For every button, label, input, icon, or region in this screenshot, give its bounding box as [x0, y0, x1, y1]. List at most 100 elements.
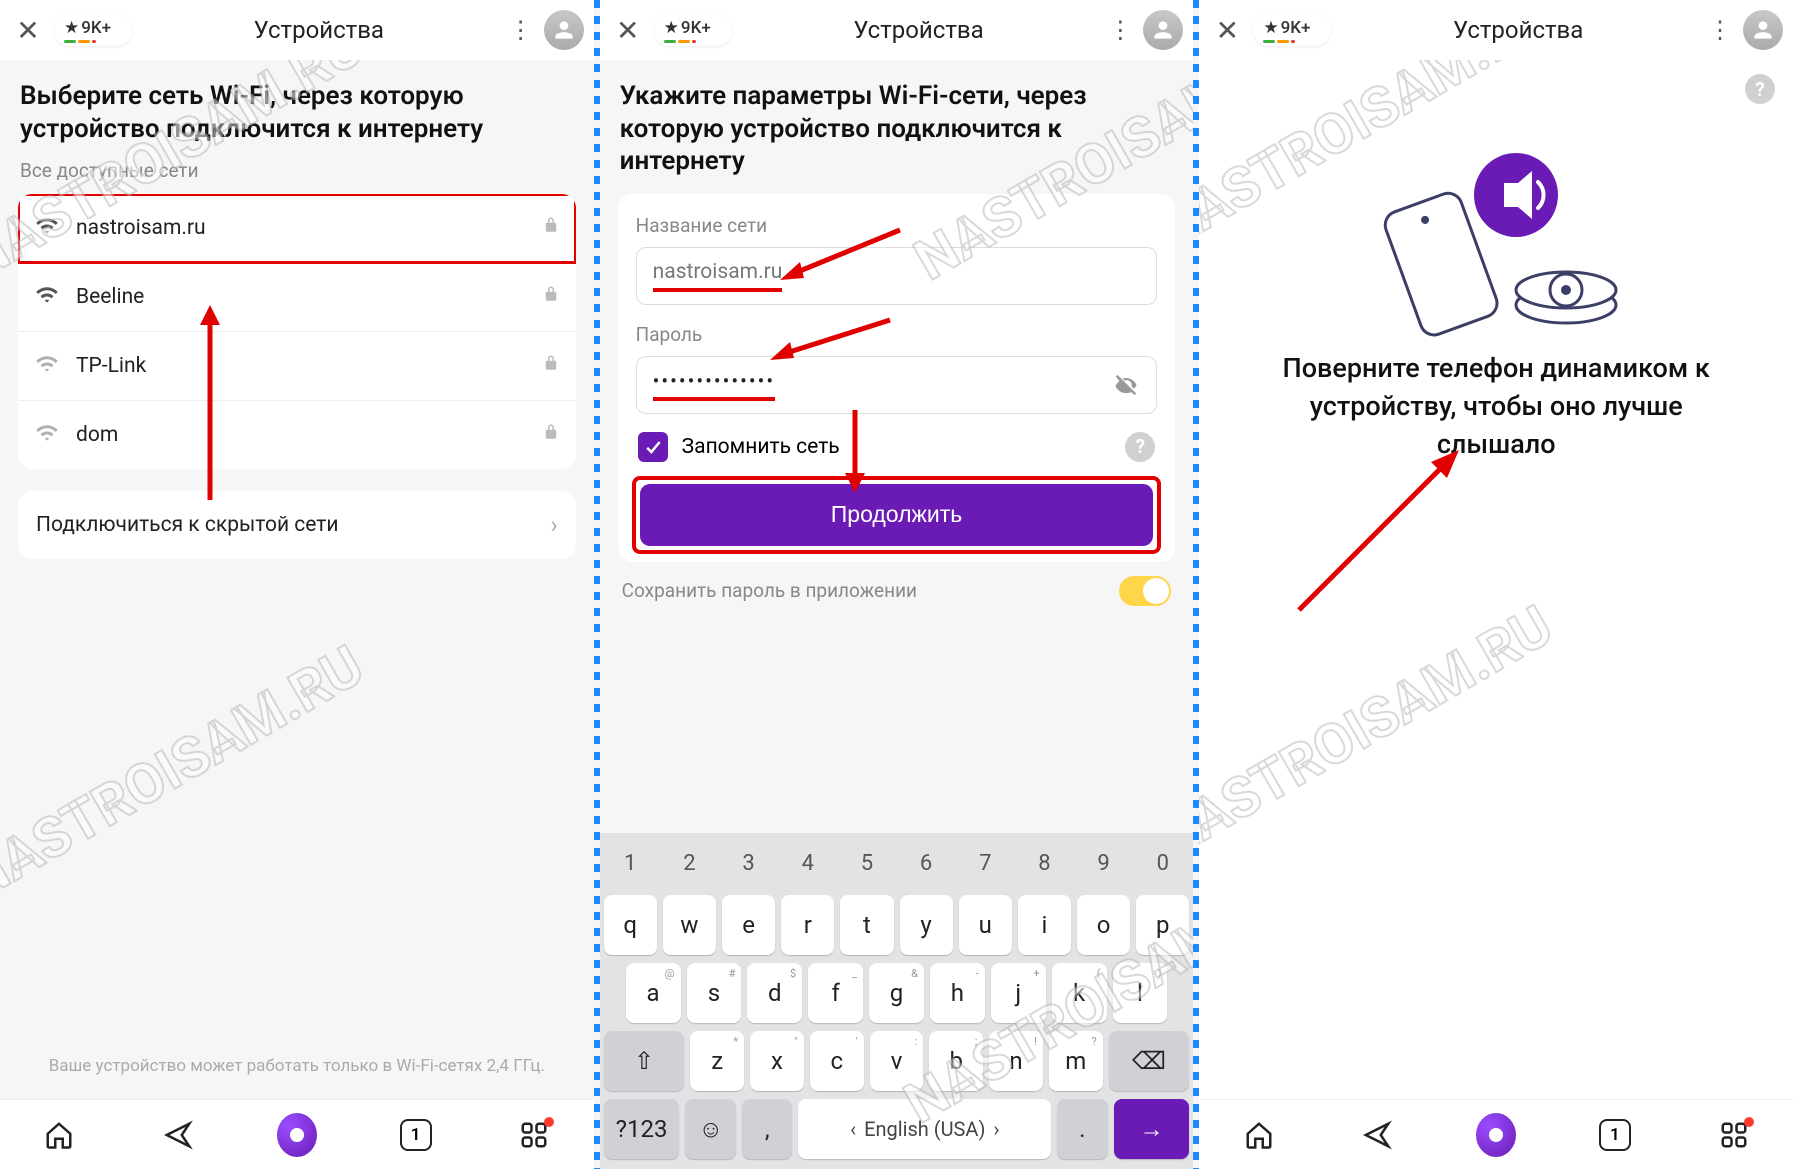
bottom-nav: 1	[0, 1099, 594, 1169]
key-1[interactable]: 1	[604, 839, 657, 887]
rating-chip[interactable]: ★9K+	[54, 14, 132, 46]
lock-icon	[542, 423, 560, 447]
topbar: ✕ ★9K+ Устройства ⋮	[600, 0, 1194, 60]
remember-checkbox[interactable]	[638, 432, 668, 462]
help-icon[interactable]: ?	[1745, 74, 1775, 104]
key-u[interactable]: u	[959, 895, 1012, 955]
wifi-icon	[34, 419, 60, 451]
rating-chip[interactable]: ★9K+	[1253, 14, 1331, 46]
alice-icon[interactable]	[1476, 1115, 1516, 1155]
key-o[interactable]: o	[1077, 895, 1130, 955]
key-7[interactable]: 7	[959, 839, 1012, 887]
key-period[interactable]: .	[1057, 1099, 1108, 1159]
save-password-toggle[interactable]	[1119, 576, 1171, 606]
wifi-row[interactable]: Beeline	[18, 263, 576, 332]
page-title: Устройства	[140, 16, 498, 44]
tabs-icon[interactable]: 1	[396, 1115, 436, 1155]
help-icon[interactable]: ?	[1125, 432, 1155, 462]
apps-icon[interactable]	[1714, 1115, 1754, 1155]
wifi-icon	[34, 281, 60, 313]
key-⇧[interactable]: ⇧	[604, 1031, 685, 1091]
key-v[interactable]: v:	[870, 1031, 924, 1091]
key-enter[interactable]: →	[1114, 1099, 1190, 1159]
key-8[interactable]: 8	[1018, 839, 1071, 887]
content: Выберите сеть Wi-Fi, через которую устро…	[0, 60, 594, 1099]
key-r[interactable]: r	[781, 895, 834, 955]
key-k[interactable]: k(	[1052, 963, 1107, 1023]
continue-button[interactable]: Продолжить	[640, 484, 1154, 546]
alice-icon[interactable]	[277, 1115, 317, 1155]
key-g[interactable]: g&	[869, 963, 924, 1023]
key-s[interactable]: s#	[687, 963, 742, 1023]
close-icon[interactable]: ✕	[610, 14, 646, 47]
hidden-network-row[interactable]: Подключиться к скрытой сети ›	[18, 491, 576, 559]
key-comma[interactable]: ,	[742, 1099, 793, 1159]
key-l[interactable]: l)	[1113, 963, 1168, 1023]
wifi-icon	[34, 212, 60, 244]
avatar[interactable]	[1143, 10, 1183, 50]
wifi-list: nastroisam.ruBeeline TP-Link dom	[18, 194, 576, 469]
key-x[interactable]: x"	[750, 1031, 804, 1091]
wifi-icon	[34, 350, 60, 382]
key-5[interactable]: 5	[840, 839, 893, 887]
keyboard: 1234567890 qwertyuiop a@s#d$f_g&h-j+k(l)…	[600, 833, 1194, 1169]
wifi-row[interactable]: nastroisam.ru	[18, 194, 576, 263]
apps-icon[interactable]	[514, 1115, 554, 1155]
key-y[interactable]: y	[900, 895, 953, 955]
home-icon[interactable]	[1239, 1115, 1279, 1155]
home-icon[interactable]	[39, 1115, 79, 1155]
key-0[interactable]: 0	[1136, 839, 1189, 887]
key-c[interactable]: c'	[810, 1031, 864, 1091]
key-m[interactable]: m?	[1049, 1031, 1103, 1091]
avatar[interactable]	[544, 10, 584, 50]
close-icon[interactable]: ✕	[10, 14, 46, 47]
key-e[interactable]: e	[722, 895, 775, 955]
avatar[interactable]	[1743, 10, 1783, 50]
key-emoji[interactable]: ☺	[685, 1099, 736, 1159]
key-2[interactable]: 2	[663, 839, 716, 887]
key-space[interactable]: ‹ English (USA) ›	[798, 1099, 1051, 1159]
key-symbols[interactable]: ?123	[604, 1099, 680, 1159]
chevron-right-icon: ›	[550, 511, 557, 539]
wifi-row[interactable]: TP-Link	[18, 332, 576, 401]
subheading: Все доступные сети	[18, 155, 576, 194]
wifi-row[interactable]: dom	[18, 401, 576, 469]
panel-instruction: ✕ ★9K+ Устройства ⋮ ?	[1199, 0, 1793, 1169]
key-⌫[interactable]: ⌫	[1109, 1031, 1190, 1091]
key-i[interactable]: i	[1018, 895, 1071, 955]
key-4[interactable]: 4	[781, 839, 834, 887]
key-6[interactable]: 6	[900, 839, 953, 887]
key-f[interactable]: f_	[808, 963, 863, 1023]
password-input[interactable]: ••••••••••••••	[636, 356, 1158, 414]
content: ? Поверните телефон динамиком к устройст…	[1199, 60, 1793, 1099]
key-d[interactable]: d$	[747, 963, 802, 1023]
kebab-menu-icon[interactable]: ⋮	[506, 16, 536, 44]
kebab-menu-icon[interactable]: ⋮	[1105, 16, 1135, 44]
rating-chip[interactable]: ★9K+	[654, 14, 732, 46]
kebab-menu-icon[interactable]: ⋮	[1705, 16, 1735, 44]
key-j[interactable]: j+	[991, 963, 1046, 1023]
topbar: ✕ ★9K+ Устройства ⋮	[0, 0, 594, 60]
wifi-name: TP-Link	[76, 354, 526, 378]
key-9[interactable]: 9	[1077, 839, 1130, 887]
panel-wifi-params: ✕ ★9K+ Устройства ⋮ Укажите параметры Wi…	[600, 0, 1194, 1169]
key-z[interactable]: z*	[690, 1031, 744, 1091]
key-b[interactable]: b;	[929, 1031, 983, 1091]
lock-icon	[542, 216, 560, 240]
close-icon[interactable]: ✕	[1209, 14, 1245, 47]
eye-off-icon[interactable]	[1112, 371, 1140, 399]
key-q[interactable]: q	[604, 895, 657, 955]
key-3[interactable]: 3	[722, 839, 775, 887]
send-icon[interactable]	[1357, 1115, 1397, 1155]
key-h[interactable]: h-	[930, 963, 985, 1023]
send-icon[interactable]	[158, 1115, 198, 1155]
key-t[interactable]: t	[840, 895, 893, 955]
topbar: ✕ ★9K+ Устройства ⋮	[1199, 0, 1793, 60]
key-a[interactable]: a@	[626, 963, 681, 1023]
network-name-input[interactable]: nastroisam.ru	[636, 247, 1158, 305]
key-n[interactable]: n!	[989, 1031, 1043, 1091]
key-p[interactable]: p	[1136, 895, 1189, 955]
key-w[interactable]: w	[663, 895, 716, 955]
content: Укажите параметры Wi-Fi-сети, через кото…	[600, 60, 1194, 833]
tabs-icon[interactable]: 1	[1595, 1115, 1635, 1155]
